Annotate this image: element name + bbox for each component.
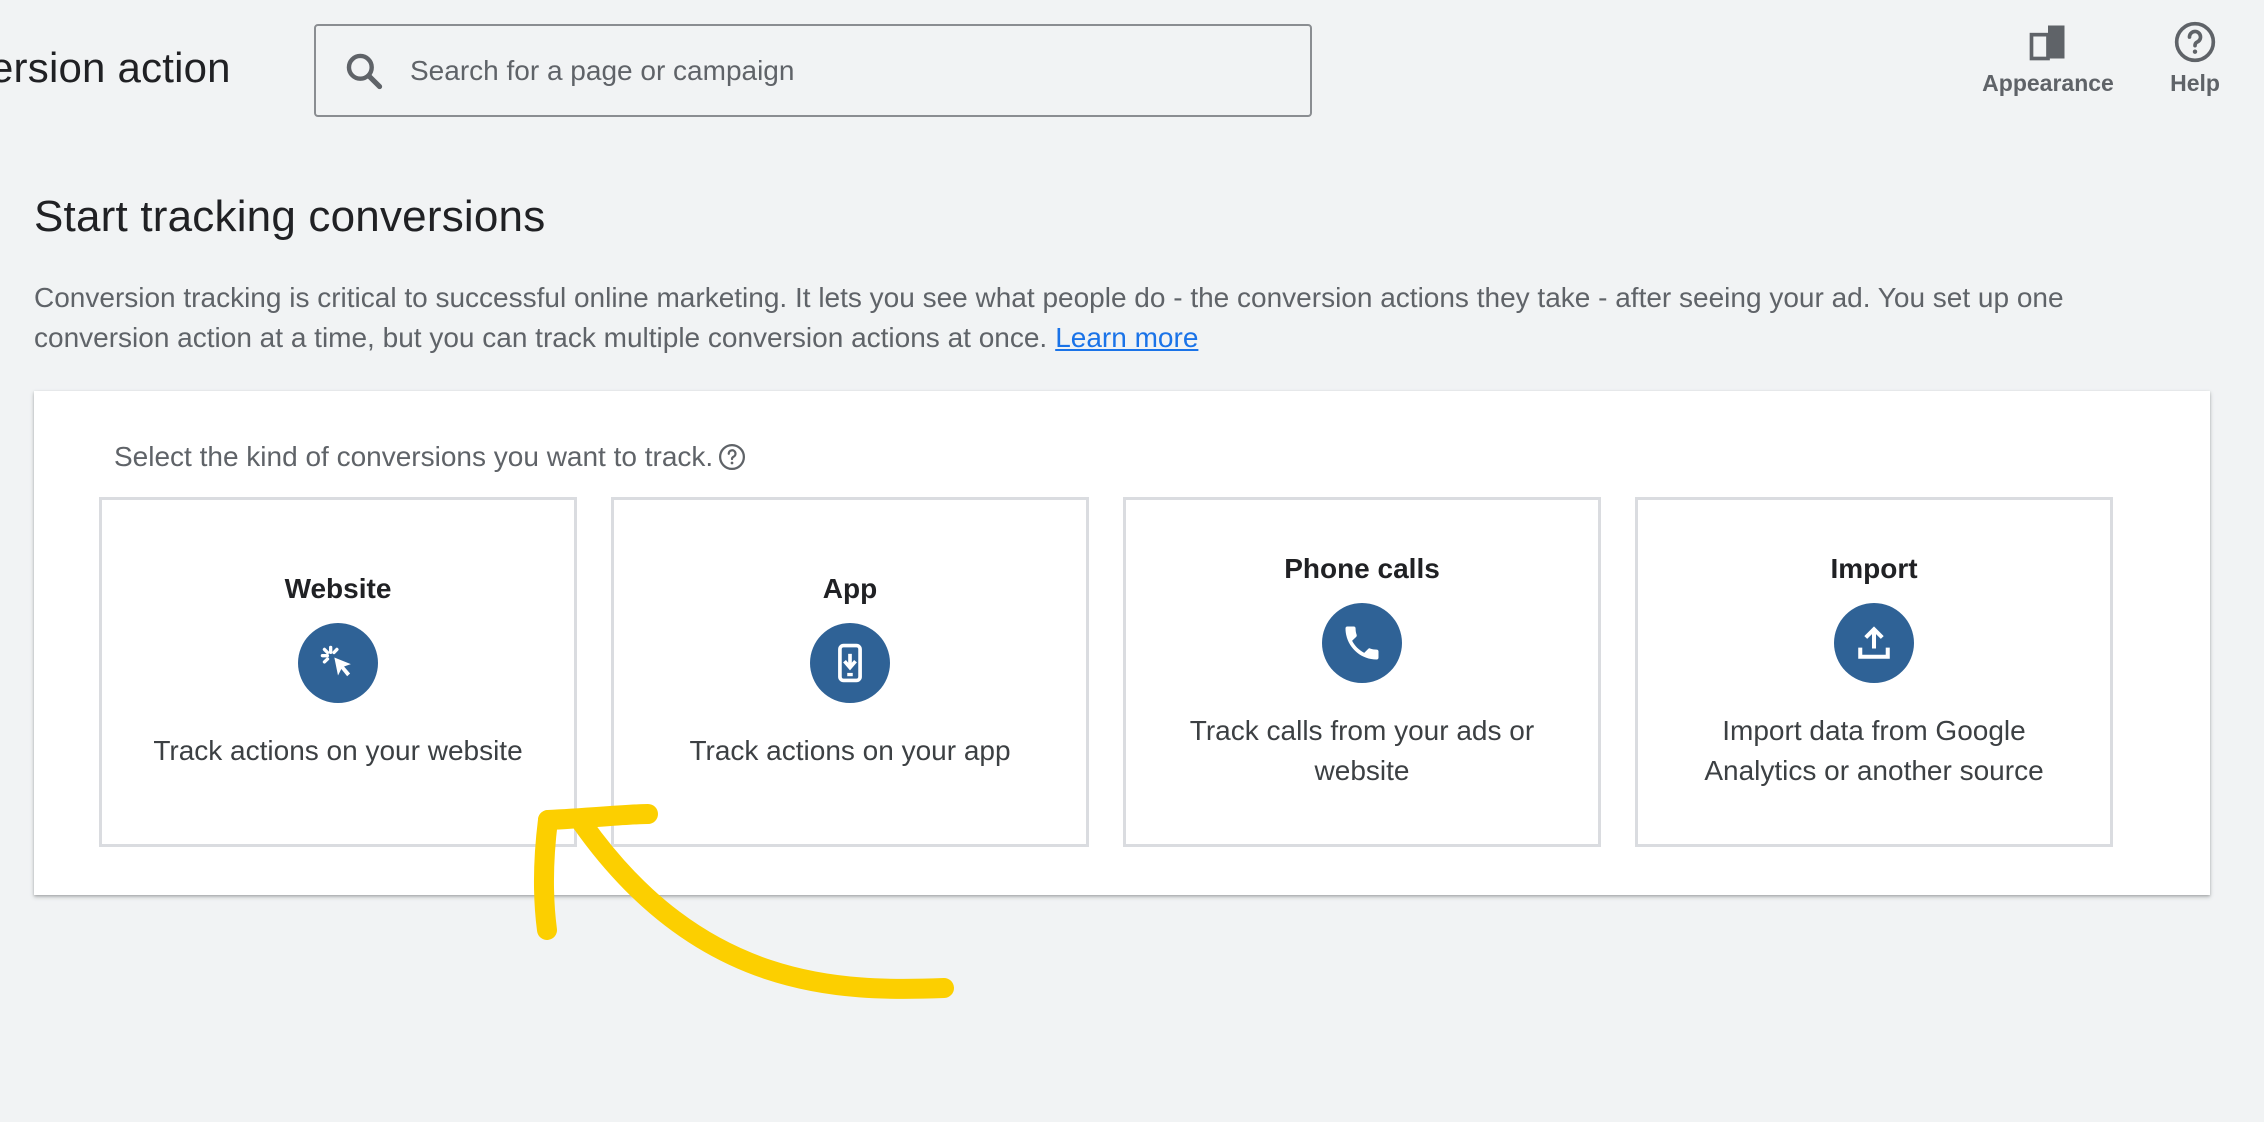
appearance-icon [2029, 25, 2065, 61]
help-label: Help [2170, 70, 2220, 96]
intro-text: Conversion tracking is critical to succe… [34, 282, 2064, 353]
upload-icon [1834, 603, 1914, 683]
section-heading: Start tracking conversions [34, 192, 546, 241]
intro-description: Conversion tracking is critical to succe… [34, 278, 2174, 358]
help-circle-icon[interactable] [717, 442, 747, 472]
card-description: Track actions on your app [689, 735, 1011, 766]
help-icon [2174, 21, 2216, 63]
card-description: Import data from Google Analytics or ano… [1704, 715, 2044, 786]
cursor-click-icon [298, 623, 378, 703]
card-description: Track calls from your ads or website [1189, 715, 1535, 786]
import-card[interactable]: Import Import data from Google Analytics… [1635, 497, 2113, 847]
panel-prompt-text: Select the kind of conversions you want … [114, 441, 714, 472]
page-title: ersion action [0, 44, 231, 91]
card-title: App [822, 573, 878, 604]
help-button[interactable]: Help [2160, 20, 2230, 97]
card-description: Track actions on your website [153, 735, 523, 766]
search-input[interactable] [408, 53, 1310, 88]
appearance-label: Appearance [1982, 70, 2114, 96]
panel-prompt: Select the kind of conversions you want … [114, 441, 747, 473]
search-icon [346, 53, 383, 89]
learn-more-link[interactable]: Learn more [1055, 322, 1198, 353]
mobile-download-icon [810, 623, 890, 703]
search-box[interactable] [314, 24, 1312, 117]
card-title: Phone calls [1284, 553, 1440, 584]
conversion-type-panel: Select the kind of conversions you want … [34, 391, 2210, 895]
phone-calls-card[interactable]: Phone calls Track calls from your ads or… [1123, 497, 1601, 847]
card-title: Import [1830, 553, 1918, 584]
card-title: Website [284, 573, 392, 604]
appearance-button[interactable]: Appearance [1968, 20, 2128, 97]
annotation-arrow [534, 804, 954, 999]
phone-icon [1322, 603, 1402, 683]
